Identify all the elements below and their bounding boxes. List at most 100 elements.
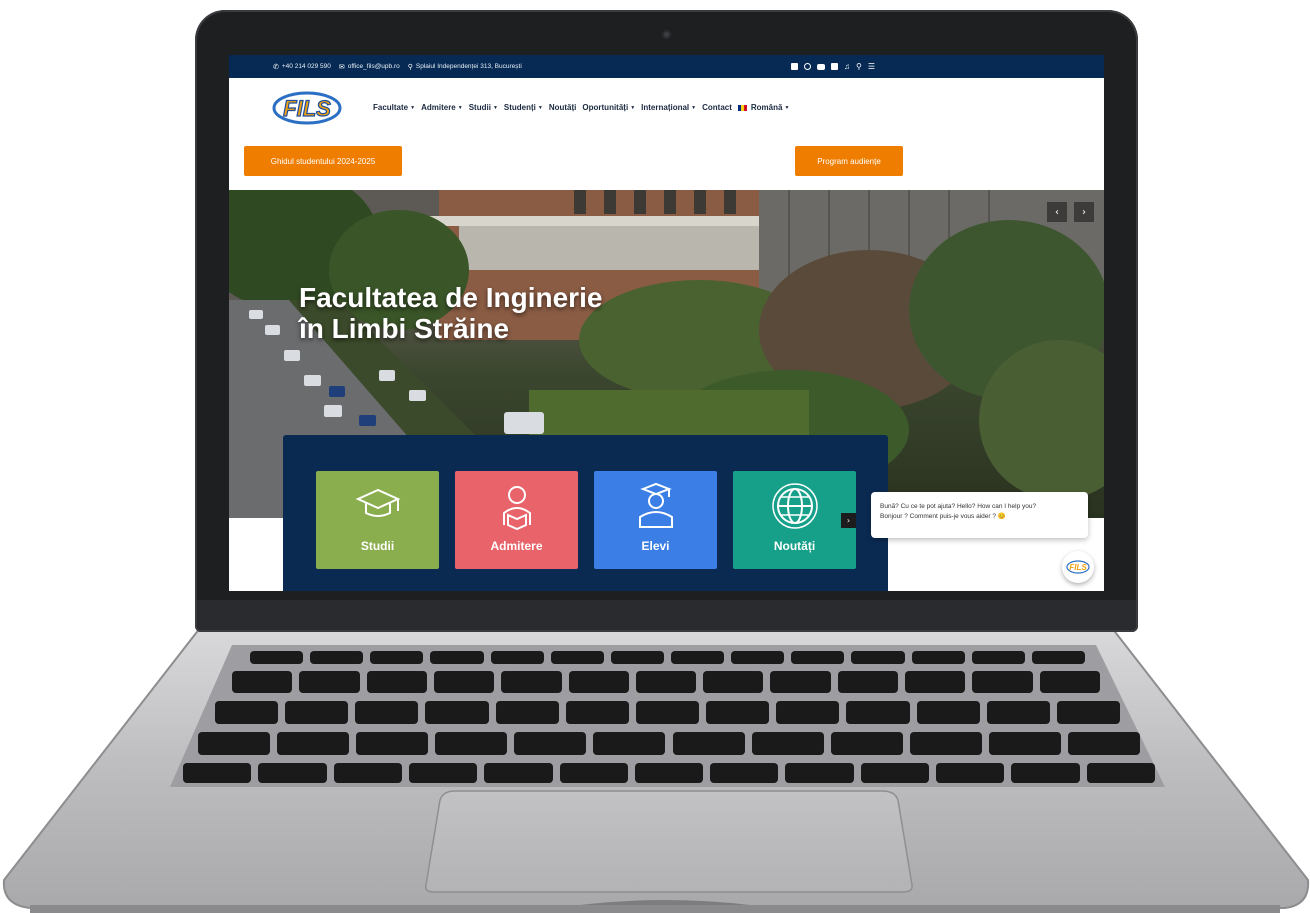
tiktok-icon[interactable]: ♫ — [844, 62, 850, 71]
chat-launcher-button[interactable]: FILS — [1062, 551, 1094, 583]
quick-links-panel: ‹ Studii Admitere Elevi — [283, 435, 888, 591]
nav-label: Contact — [702, 103, 732, 112]
keyboard-key — [635, 671, 697, 693]
nav-studii[interactable]: Studii ▼ — [469, 103, 498, 112]
keyboard-key — [495, 701, 559, 724]
ro-flag-icon — [737, 104, 747, 111]
slider-next-button[interactable]: › — [1074, 202, 1094, 222]
keyboard-key — [356, 732, 429, 755]
keyboard-key — [710, 763, 779, 783]
nav-oportunitati[interactable]: Oportunități ▼ — [582, 103, 635, 112]
language-selector[interactable]: Română ▼ — [737, 103, 790, 112]
hero-title: Facultatea de Inginerie în Limbi Străine — [299, 282, 602, 344]
contact-info: ✆ +40 214 029 590 ✉ office_fils@upb.ro ⚲ Sp… — [273, 55, 522, 78]
youtube-icon[interactable] — [817, 63, 825, 70]
keyboard-key — [785, 763, 854, 783]
main-header: FILS Facultate ▼ Admitere ▼ Studii ▼ Studen… — [229, 78, 1104, 140]
keyboard-key — [610, 651, 664, 664]
chat-logo-text: FILS — [1069, 563, 1087, 572]
chat-greeting-line-2: Bonjour ? Comment puis-je vous aider ? 😊 — [880, 513, 1006, 520]
website-screen: ✆ +40 214 029 590 ✉ office_fils@upb.ro ⚲ Sp… — [229, 55, 1104, 591]
keyboard-key — [258, 763, 327, 783]
search-icon[interactable]: ⚲ — [856, 62, 862, 71]
keyboard-key — [905, 671, 966, 693]
keyboard-key — [514, 732, 587, 755]
quick-link-elevi[interactable]: Elevi — [594, 471, 717, 569]
keyboard-key — [770, 671, 831, 693]
language-label: Română — [750, 103, 783, 112]
instagram-icon[interactable] — [804, 63, 811, 70]
audience-schedule-button[interactable]: Program audiențe — [795, 146, 903, 176]
keyboard-key — [183, 763, 252, 783]
nav-label: Oportunități — [582, 103, 629, 112]
keyboard-key — [232, 671, 293, 693]
phone-text: +40 214 029 590 — [281, 63, 331, 70]
keyboard-key — [1067, 732, 1140, 755]
keyboard-key — [751, 732, 824, 755]
keyboard-key — [366, 671, 427, 693]
keyboard-key — [909, 732, 982, 755]
keyboard-key — [408, 763, 478, 783]
menu-icon[interactable]: ☰ — [868, 62, 875, 71]
fils-logo[interactable]: FILS — [272, 90, 342, 126]
keyboard-key — [791, 651, 845, 664]
keyboard-key — [703, 671, 764, 693]
keyboard-key — [299, 671, 360, 693]
phone-link[interactable]: ✆ +40 214 029 590 — [273, 63, 331, 71]
caret-down-icon: ▼ — [630, 104, 636, 111]
social-icons: ♫ ⚲ ☰ — [791, 55, 875, 78]
facebook-icon[interactable] — [791, 63, 798, 70]
keyboard-key — [593, 732, 666, 755]
nav-contact[interactable]: Contact — [702, 103, 732, 112]
graduation-cap-icon — [355, 488, 400, 517]
keyboard-key — [1011, 763, 1080, 783]
nav-label: Studii — [468, 103, 491, 112]
student-guide-button[interactable]: Ghidul studentului 2024-2025 — [244, 146, 402, 176]
nav-label: Internațional — [641, 103, 690, 112]
keyboard-key — [988, 732, 1061, 755]
email-text: office_fils@upb.ro — [347, 63, 400, 70]
nav-noutati[interactable]: Noutăți — [549, 103, 577, 112]
chevron-right-icon: › — [1082, 206, 1086, 218]
email-link[interactable]: ✉ office_fils@upb.ro — [339, 63, 400, 71]
keyboard-key — [972, 671, 1033, 693]
hero-title-line-2: în Limbi Străine — [299, 313, 510, 344]
caret-down-icon: ▼ — [492, 104, 498, 111]
keyboard-key — [568, 671, 629, 693]
address-link[interactable]: ⚲ Splaiul Independenței 313, București — [408, 63, 522, 71]
keyboard-key — [277, 732, 350, 755]
nav-facultate[interactable]: Facultate ▼ — [373, 103, 415, 112]
address-text: Splaiul Independenței 313, București — [415, 63, 522, 70]
keyboard-key — [971, 651, 1025, 664]
keyboard-key — [731, 651, 785, 664]
slider-prev-button[interactable]: ‹ — [1047, 202, 1067, 222]
quick-link-noutati[interactable]: Noutăți — [733, 471, 856, 569]
card-label: Studii — [360, 539, 395, 553]
globe-icon — [771, 483, 818, 529]
webcam — [662, 30, 671, 39]
keyboard-key — [1039, 671, 1100, 693]
hero-title-line-1: Facultatea de Inginerie — [299, 282, 603, 313]
linkedin-icon[interactable] — [831, 63, 838, 70]
quick-link-admitere[interactable]: Admitere — [455, 471, 578, 569]
caret-down-icon: ▼ — [537, 104, 543, 111]
keyboard-key — [370, 651, 424, 664]
nav-studenti[interactable]: Studenți ▼ — [504, 103, 543, 112]
carousel-next-button[interactable]: › — [841, 513, 856, 528]
main-nav: Facultate ▼ Admitere ▼ Studii ▼ Studenți ▼ N… — [373, 103, 789, 112]
keyboard-key — [776, 701, 840, 724]
keyboard-key — [916, 701, 980, 724]
nav-international[interactable]: Internațional ▼ — [641, 103, 696, 112]
quick-link-studii[interactable]: Studii — [316, 471, 439, 569]
nav-admitere[interactable]: Admitere ▼ — [421, 103, 463, 112]
keyboard-key — [565, 701, 629, 724]
chat-greeting-bubble[interactable]: Bună? Cu ce te pot ajuta? Hello? How can… — [871, 492, 1088, 538]
keyboard-key — [250, 651, 304, 664]
caret-down-icon: ▼ — [784, 104, 790, 111]
card-label: Elevi — [641, 539, 670, 553]
keyboard-key — [846, 701, 910, 724]
logo-text: FILS — [283, 96, 331, 121]
chevron-left-icon: ‹ — [1055, 206, 1059, 218]
keyboard-key — [986, 701, 1050, 724]
keyboard-key — [672, 732, 745, 755]
